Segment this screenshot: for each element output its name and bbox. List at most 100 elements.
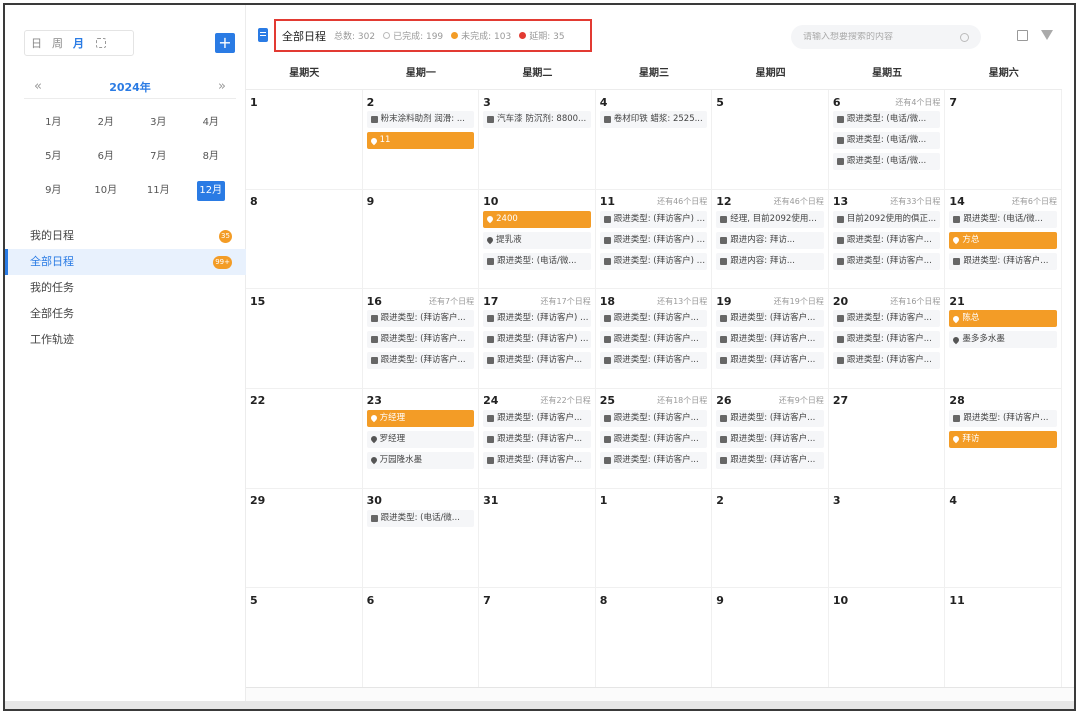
month-10[interactable]: 10月: [80, 181, 133, 201]
day-cell[interactable]: 9: [362, 189, 480, 290]
event-item[interactable]: 跟进类型: (拜访客户...: [483, 430, 591, 448]
search-input[interactable]: [803, 32, 953, 42]
event-item[interactable]: 墨多多水墨: [949, 331, 1057, 349]
day-cell[interactable]: 25 还有18个日程 跟进类型: (拜访客户... 跟进类型: (拜访客户... 跟进类…: [595, 388, 713, 489]
day-cell[interactable]: 13 还有33个日程 目前2092使用的俱正... 跟进类型: (拜访客户... 跟进类…: [828, 189, 946, 290]
day-cell[interactable]: 10 2400 提乳液 跟进类型: (电话/微...: [479, 189, 596, 290]
horizontal-scrollbar[interactable]: [5, 701, 1074, 709]
day-cell[interactable]: 5: [712, 90, 829, 190]
event-item[interactable]: 11: [366, 132, 475, 149]
event-item[interactable]: 跟进类型: (拜访客户) 跟进记录; 跟进内容: 拜访了丰: [599, 210, 708, 228]
day-cell[interactable]: 23 方经理 罗经理 万园隆水墨: [362, 388, 480, 489]
day-cell[interactable]: 27: [828, 388, 946, 489]
day-cell[interactable]: 17 还有17个日程跟进类型: (拜访客户) 跟进记录; 跟进内容: 拜访... 跟…: [479, 289, 596, 389]
day-cell[interactable]: 11 还有46个日程跟进类型: (拜访客户) 跟进记录; 跟进内容: 拜访了丰跟进…: [595, 189, 713, 290]
event-item[interactable]: 粉末涂料助剂 润滑: ...: [366, 111, 475, 128]
event-item[interactable]: 跟进类型: (电话/微...: [483, 252, 591, 270]
event-item[interactable]: 跟进类型: (拜访客户...: [716, 352, 824, 370]
sidebar-item-my-tasks[interactable]: 我的任务: [5, 275, 246, 301]
day-cell[interactable]: 7: [945, 90, 1062, 190]
day-cell[interactable]: 2: [712, 488, 829, 589]
day-cell[interactable]: 11: [945, 588, 1062, 688]
day-cell[interactable]: 4: [945, 488, 1062, 589]
day-cell[interactable]: 14 还有6个日程 跟进类型: (电话/微... 方总 跟进类型: (拜访客户...: [945, 189, 1062, 290]
event-item[interactable]: 陈总: [949, 310, 1057, 328]
month-7[interactable]: 7月: [132, 147, 185, 167]
month-5[interactable]: 5月: [27, 147, 80, 167]
event-item[interactable]: 跟进类型: (拜访客户) 跟进记录; 跟进内容: 拜访...: [599, 252, 708, 270]
event-item[interactable]: 提乳液: [483, 231, 591, 249]
event-item[interactable]: 万园隆水墨: [366, 451, 475, 469]
month-1[interactable]: 1月: [27, 113, 80, 133]
day-cell[interactable]: 4 卷材印铁 蜡浆: 2525...: [595, 90, 713, 190]
more-events-link[interactable]: 还有46个日程: [657, 196, 707, 207]
event-item[interactable]: 跟进类型: (拜访客户...: [483, 451, 591, 469]
event-item[interactable]: 目前2092使用的俱正...: [832, 210, 941, 228]
day-cell[interactable]: 18 还有13个日程 跟进类型: (拜访客户... 跟进类型: (拜访客户... 跟进类…: [595, 289, 713, 389]
day-cell[interactable]: 16 还有7个日程 跟进类型: (拜访客户... 跟进类型: (拜访客户... 跟进类型…: [362, 289, 480, 389]
event-item[interactable]: 跟进类型: (拜访客户...: [832, 252, 941, 270]
tab-month[interactable]: 月: [73, 35, 84, 51]
more-events-link[interactable]: 还有33个日程: [890, 196, 940, 207]
day-cell[interactable]: 24 还有22个日程 跟进类型: (拜访客户... 跟进类型: (拜访客户... 跟进类…: [479, 388, 596, 489]
event-item[interactable]: 跟进类型: (拜访客户) 跟进记录; 跟进内容: 拜访...: [599, 231, 708, 249]
month-9[interactable]: 9月: [27, 181, 80, 201]
event-item[interactable]: 跟进类型: (电话/微...: [949, 210, 1057, 228]
event-item[interactable]: 跟进类型: (拜访客户...: [949, 252, 1057, 270]
event-item[interactable]: 跟进类型: (拜访客户...: [949, 409, 1057, 427]
prev-year-button[interactable]: «: [34, 79, 42, 94]
event-item[interactable]: 跟进类型: (拜访客户...: [832, 310, 941, 328]
event-item[interactable]: 跟进类型: (拜访客户...: [599, 352, 708, 370]
more-events-link[interactable]: 还有22个日程: [541, 395, 591, 406]
day-cell[interactable]: 28 跟进类型: (拜访客户... 拜访: [945, 388, 1062, 489]
sidebar-item-all-tasks[interactable]: 全部任务: [5, 301, 246, 327]
month-4[interactable]: 4月: [185, 113, 238, 133]
month-2[interactable]: 2月: [80, 113, 133, 133]
event-item[interactable]: 跟进类型: (拜访客户...: [716, 310, 824, 328]
month-12[interactable]: 12月: [185, 181, 238, 201]
sidebar-item-my-schedule[interactable]: 我的日程 35: [5, 223, 246, 249]
event-item[interactable]: 跟进类型: (拜访客户...: [599, 430, 708, 448]
event-item[interactable]: 跟进类型: (拜访客户...: [716, 430, 824, 448]
event-item[interactable]: 跟进类型: (电话/微...: [832, 111, 941, 128]
export-icon[interactable]: [1017, 30, 1028, 41]
day-cell[interactable]: 3 汽车漆 防沉剂: 8800...: [479, 90, 596, 190]
event-item[interactable]: 跟进类型: (拜访客户...: [716, 331, 824, 349]
add-schedule-button[interactable]: +: [215, 33, 235, 53]
day-cell[interactable]: 12 还有46个日程经理, 目前2092使用的俱正... 跟进内容: 拜访... 跟进…: [712, 189, 829, 290]
day-cell[interactable]: 22: [246, 388, 363, 489]
event-item[interactable]: 跟进类型: (拜访客户...: [832, 352, 941, 370]
day-cell[interactable]: 1: [595, 488, 713, 589]
day-cell[interactable]: 7: [479, 588, 596, 688]
event-item[interactable]: 跟进类型: (拜访客户...: [366, 352, 475, 370]
event-item[interactable]: 跟进类型: (拜访客户...: [716, 409, 824, 427]
more-events-link[interactable]: 还有13个日程: [657, 296, 707, 307]
more-events-link[interactable]: 还有17个日程: [541, 296, 591, 307]
day-cell[interactable]: 10: [828, 588, 946, 688]
sidebar-item-work-track[interactable]: 工作轨迹: [5, 327, 246, 353]
event-item[interactable]: 跟进类型: (拜访客户...: [366, 331, 475, 349]
event-item[interactable]: 跟进类型: (拜访客户...: [599, 310, 708, 328]
event-item[interactable]: 方经理: [366, 409, 475, 427]
day-cell[interactable]: 26 还有9个日程 跟进类型: (拜访客户... 跟进类型: (拜访客户... 跟进类型…: [712, 388, 829, 489]
event-item[interactable]: 跟进类型: (拜访客户...: [832, 231, 941, 249]
event-item[interactable]: 跟进类型: (拜访客户...: [832, 331, 941, 349]
event-item[interactable]: 跟进类型: (拜访客户...: [483, 409, 591, 427]
day-cell[interactable]: 31: [479, 488, 596, 589]
day-cell[interactable]: 6: [362, 588, 480, 688]
more-events-link[interactable]: 还有18个日程: [657, 395, 707, 406]
event-item[interactable]: 方总: [949, 231, 1057, 249]
day-cell[interactable]: 3: [828, 488, 946, 589]
event-item[interactable]: 跟进类型: (拜访客户...: [599, 331, 708, 349]
day-cell[interactable]: 19 还有19个日程 跟进类型: (拜访客户... 跟进类型: (拜访客户... 跟进类…: [712, 289, 829, 389]
event-item[interactable]: 跟进类型: (电话/微...: [366, 509, 475, 527]
day-cell[interactable]: 6 还有4个日程 跟进类型: (电话/微... 跟进类型: (电话/微... 跟进类型:…: [828, 90, 946, 190]
day-cell[interactable]: 1: [246, 90, 363, 190]
more-events-link[interactable]: 还有19个日程: [774, 296, 824, 307]
day-cell[interactable]: 20 还有16个日程 跟进类型: (拜访客户... 跟进类型: (拜访客户... 跟进类…: [828, 289, 946, 389]
tab-week[interactable]: 周: [52, 35, 63, 51]
more-events-link[interactable]: 还有7个日程: [429, 296, 474, 307]
event-item[interactable]: 跟进类型: (拜访客户...: [599, 409, 708, 427]
event-item[interactable]: 2400: [483, 210, 591, 228]
event-item[interactable]: 跟进类型: (拜访客户...: [599, 451, 708, 469]
